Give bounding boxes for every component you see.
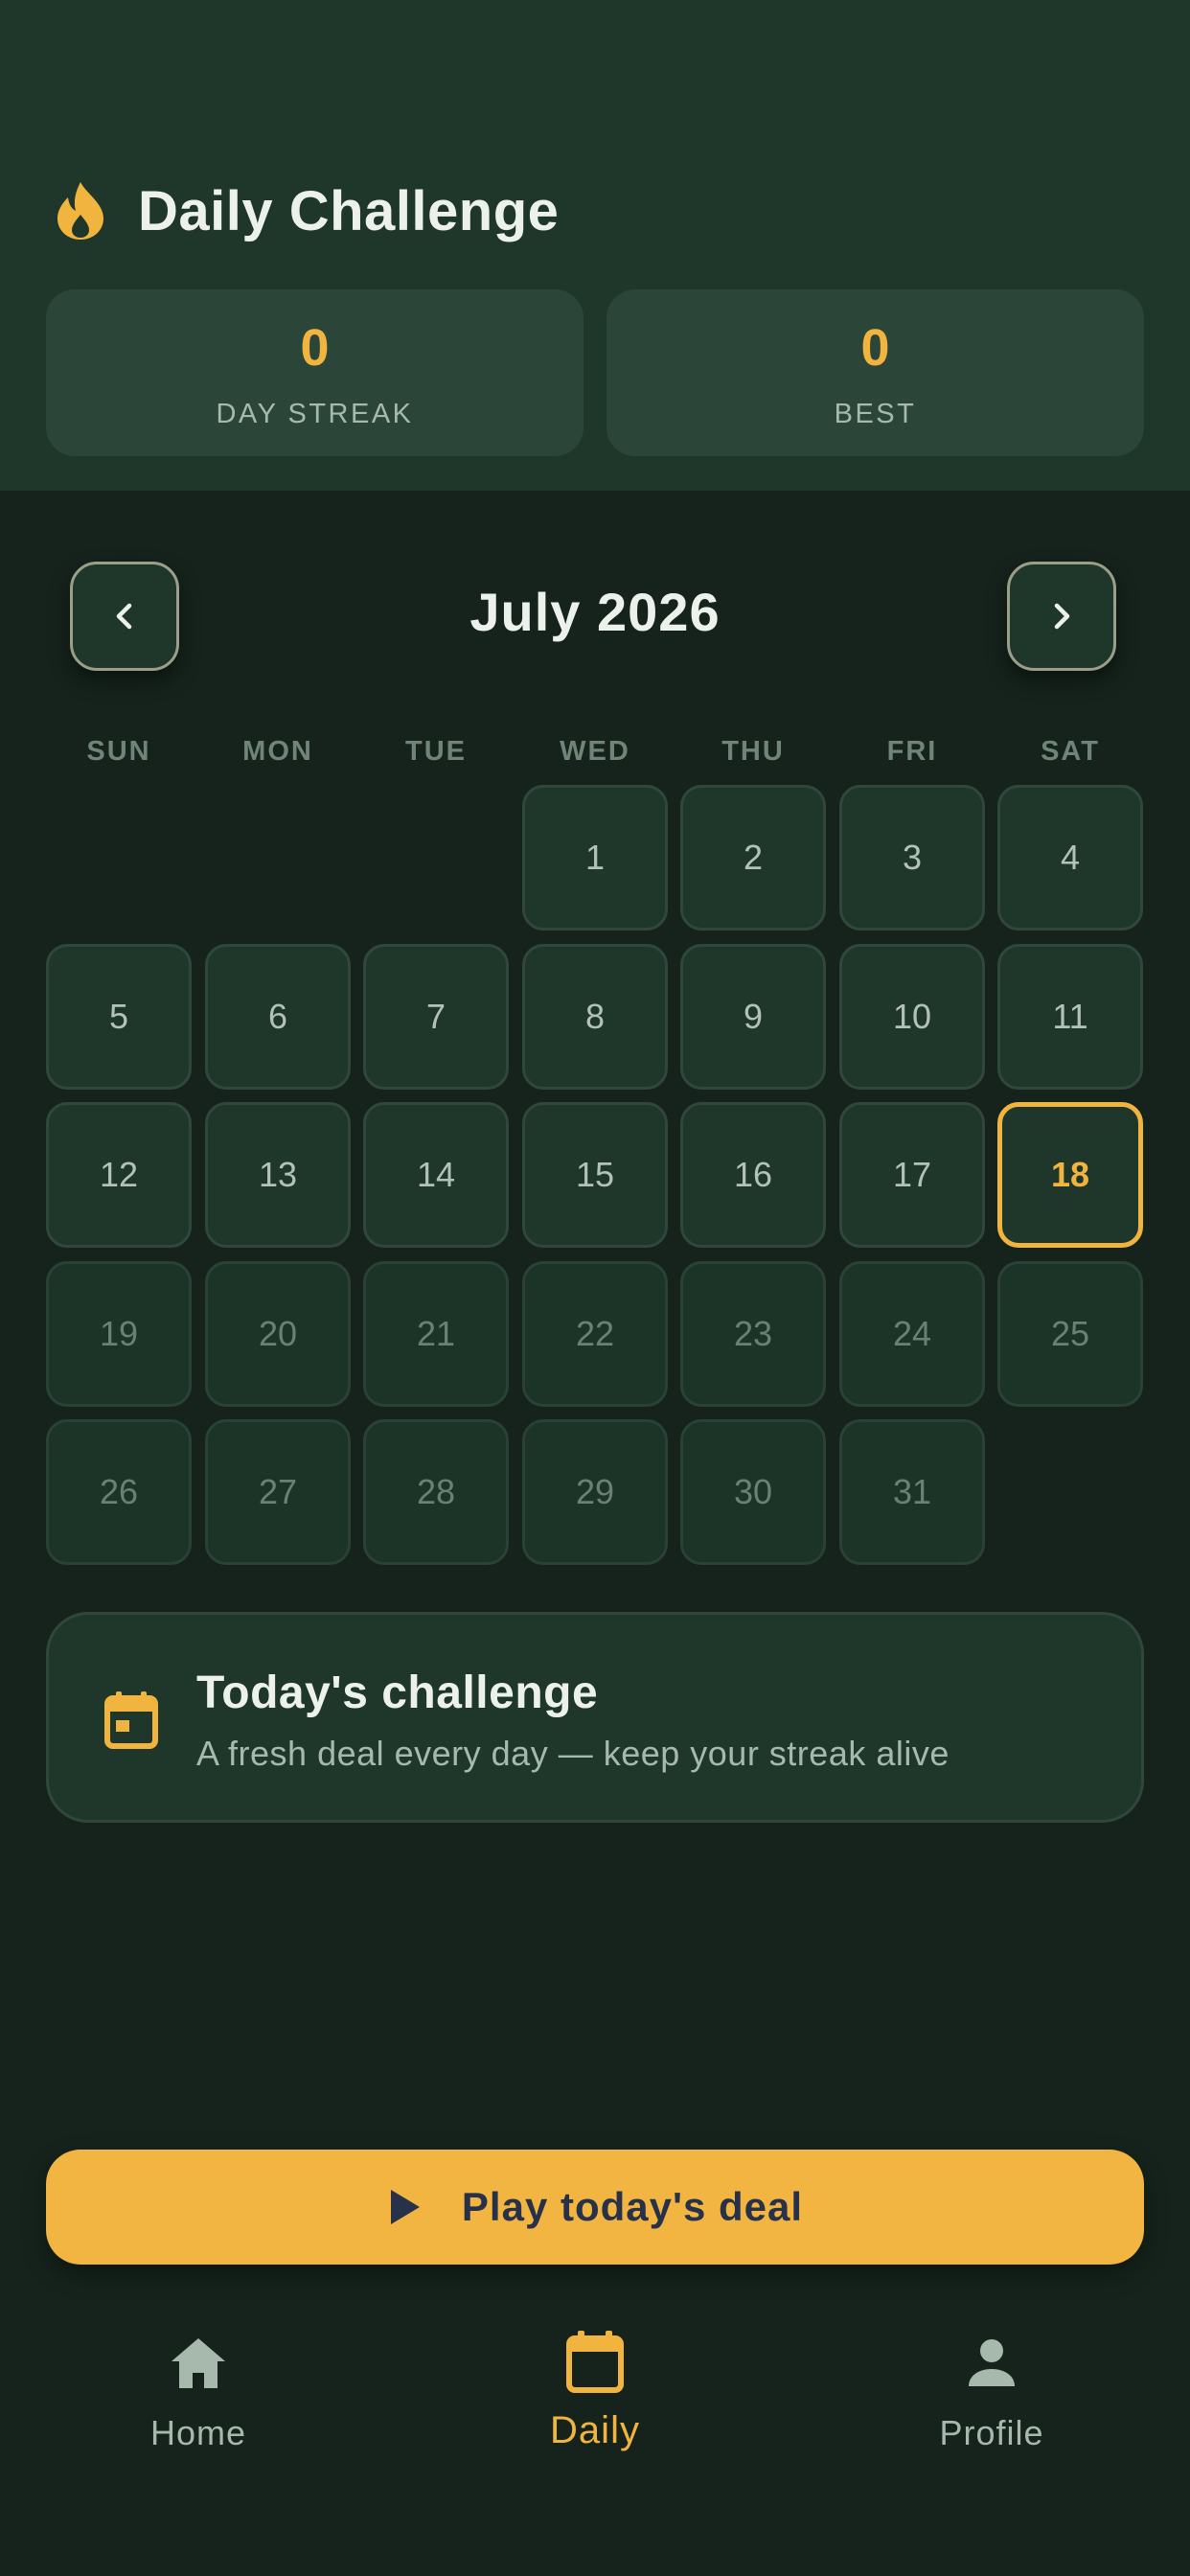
flame-icon [57,182,103,240]
calendar-day[interactable]: 3 [839,785,985,931]
calendar-day[interactable]: 13 [205,1102,351,1248]
play-button-label: Play today's deal [461,2184,804,2229]
calendar-day[interactable]: 5 [46,944,192,1090]
challenge-title: Today's challenge [196,1668,599,1718]
next-month-button[interactable] [1007,562,1116,671]
tab-profile-label: Profile [939,2413,1044,2452]
calendar-day: 24 [839,1261,985,1407]
home-icon [172,2338,225,2388]
weekday-wed: WED [560,736,630,767]
weekday-sat: SAT [1041,736,1100,767]
calendar-day: 27 [205,1419,351,1565]
prev-month-button[interactable] [70,562,179,671]
calendar-day[interactable]: 10 [839,944,985,1090]
chevron-right-icon [1054,603,1070,630]
calendar-day: 31 [839,1419,985,1565]
streak-label: DAY STREAK [216,399,414,429]
calendar-day: 20 [205,1261,351,1407]
calendar-day[interactable]: 17 [839,1102,985,1248]
calendar-day[interactable]: 7 [363,944,509,1090]
best-value: 0 [860,319,890,377]
month-title: July 2026 [469,582,721,642]
tab-daily[interactable]: Daily [451,2329,739,2482]
calendar-day[interactable]: 14 [363,1102,509,1248]
calendar-day: 22 [522,1261,668,1407]
tab-home-label: Home [149,2413,247,2452]
play-icon [390,2190,420,2224]
calendar-day[interactable]: 11 [997,944,1143,1090]
challenge-subtitle: A fresh deal every day — keep your strea… [196,1734,950,1773]
calendar-day: 30 [680,1419,826,1565]
weekday-sun: SUN [86,736,151,767]
calendar-day: 21 [363,1261,509,1407]
tab-daily-label: Daily [550,2409,640,2451]
play-todays-deal-button[interactable]: Play today's deal [46,2150,1144,2265]
calendar-day[interactable]: 15 [522,1102,668,1248]
best-label: BEST [834,399,917,429]
title-row: Daily Challenge [52,176,559,245]
calendar-day: 26 [46,1419,192,1565]
weekday-tue: TUE [405,736,467,767]
header: Daily Challenge 0 DAY STREAK 0 BEST [0,0,1190,491]
weekday-thu: THU [721,736,785,767]
calendar-day[interactable]: 9 [680,944,826,1090]
streak-card: 0 DAY STREAK [46,289,584,456]
tab-profile[interactable]: Profile [848,2329,1135,2482]
streak-value: 0 [300,319,330,377]
calendar-day[interactable]: 8 [522,944,668,1090]
calendar-day: 28 [363,1419,509,1565]
calendar-day-today[interactable]: 18 [997,1102,1143,1248]
calendar-day: 23 [680,1261,826,1407]
tab-home[interactable]: Home [55,2329,342,2482]
chevron-left-icon [116,603,132,630]
calendar-day[interactable]: 4 [997,785,1143,931]
calendar-day[interactable]: 12 [46,1102,192,1248]
person-icon [969,2339,1015,2386]
calendar-icon [104,1691,158,1749]
calendar-day[interactable]: 16 [680,1102,826,1248]
weekday-mon: MON [242,736,313,767]
best-card: 0 BEST [606,289,1144,456]
page-title: Daily Challenge [138,179,560,242]
weekday-fri: FRI [886,736,938,767]
calendar-day[interactable]: 2 [680,785,826,931]
calendar-day: 25 [997,1261,1143,1407]
calendar-icon [566,2331,624,2393]
calendar-day[interactable]: 1 [522,785,668,931]
todays-challenge-card[interactable]: Today's challenge A fresh deal every day… [46,1612,1144,1823]
calendar-day: 19 [46,1261,192,1407]
calendar-day[interactable]: 6 [205,944,351,1090]
calendar-day: 29 [522,1419,668,1565]
